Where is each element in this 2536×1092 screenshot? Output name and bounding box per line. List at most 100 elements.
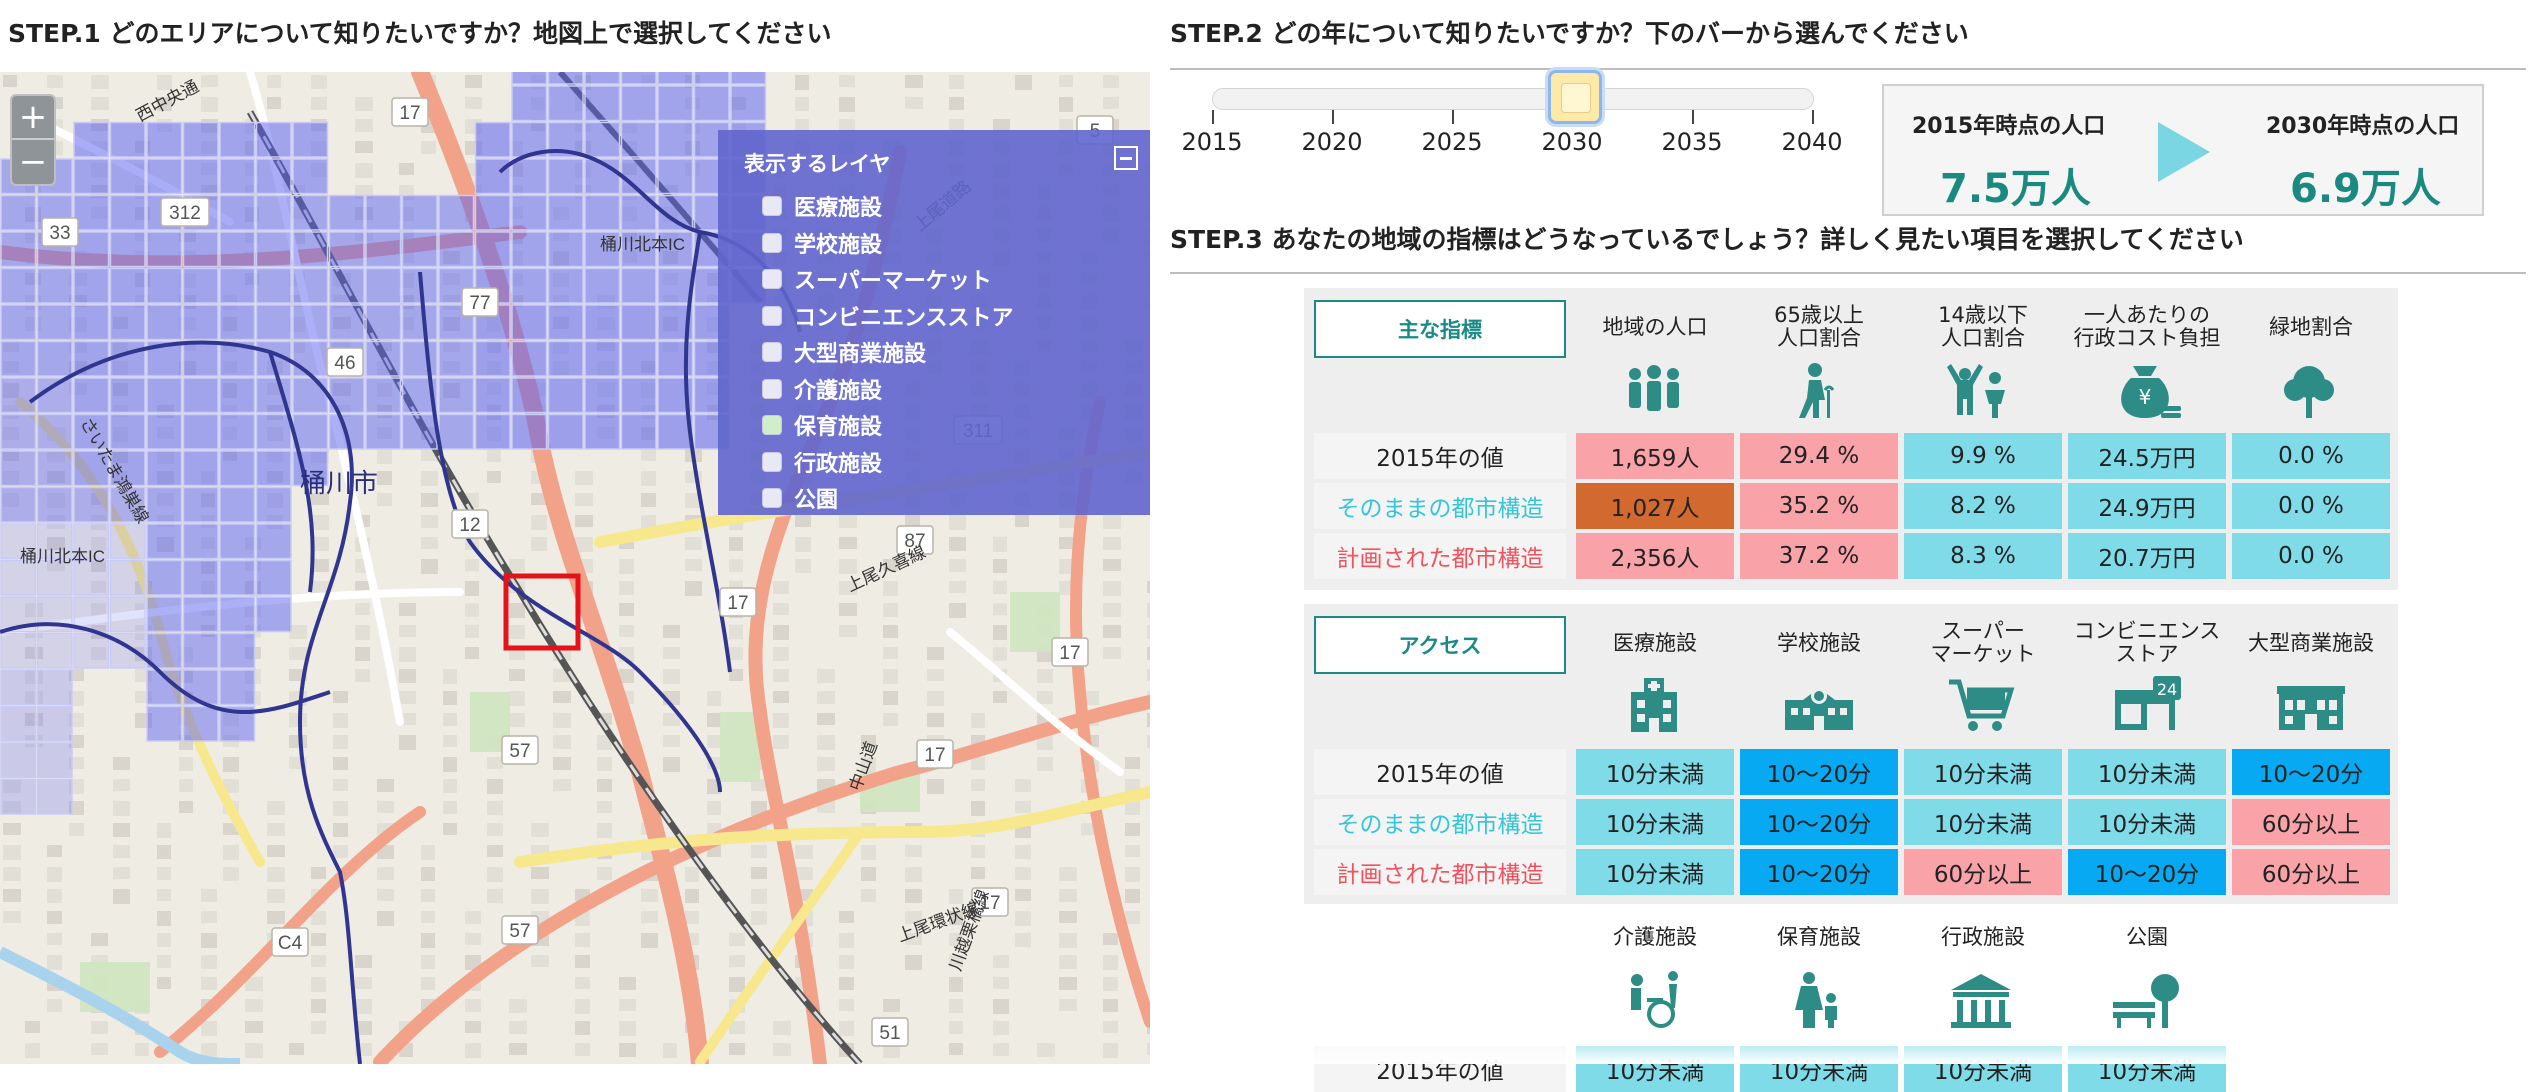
svg-text:12: 12 (459, 515, 480, 536)
area-map[interactable]: 173123346128731117575751171717577C4 西中央通… (0, 72, 1150, 1064)
layer-checkbox[interactable] (762, 378, 782, 399)
indicator-cell[interactable]: 10分未満 (1576, 799, 1734, 845)
indicator-cell[interactable]: 0.0 % (2232, 533, 2390, 579)
indicator-cell[interactable]: 60分以上 (1904, 849, 2062, 895)
svg-text:C4: C4 (278, 933, 303, 954)
layer-checkbox[interactable] (762, 488, 782, 508)
year-tick-label[interactable]: 2020 (1292, 128, 1372, 156)
wheelchair-icon (1576, 966, 1734, 1036)
zoom-out-button[interactable]: − (12, 140, 54, 184)
indicator-cell[interactable]: 24.9万円 (2068, 483, 2226, 529)
indicator-cell[interactable]: 24.5万円 (2068, 433, 2226, 479)
indicator-cell[interactable]: 10分未満 (2068, 799, 2226, 845)
layer-option[interactable]: 医療施設 (762, 190, 882, 222)
layer-checkbox[interactable] (762, 451, 782, 472)
indicator-cell[interactable]: 2,356人 (1576, 533, 1734, 579)
layer-label: 介護施設 (794, 378, 883, 404)
indicator-cell[interactable]: 8.2 % (1904, 483, 2062, 529)
indicator-cell[interactable]: 20.7万円 (2068, 533, 2226, 579)
svg-text:77: 77 (469, 293, 490, 314)
layer-option[interactable]: 学校施設 (762, 227, 882, 259)
year-tick-label[interactable]: 2030 (1532, 128, 1612, 156)
indicator-cell[interactable]: 10〜20分 (1740, 749, 1898, 795)
indicator-cell[interactable]: 10分未満 (1576, 849, 1734, 895)
indicator-cell[interactable]: 8.3 % (1904, 533, 2062, 579)
layer-label: 大型商業施設 (794, 342, 927, 367)
layer-label: 保育施設 (794, 415, 883, 440)
indicator-cell[interactable]: 10〜20分 (1740, 849, 1898, 895)
layer-checkbox[interactable] (762, 305, 782, 326)
main-indicators-category[interactable]: 主な指標 (1314, 300, 1566, 358)
layer-checkbox[interactable] (762, 196, 782, 216)
indicator-cell[interactable]: 37.2 % (1740, 533, 1898, 579)
column-header[interactable]: コンビニエンス ストア (2068, 620, 2226, 666)
year-tick (1332, 110, 1334, 124)
year-tick (1212, 110, 1214, 124)
column-header[interactable]: 大型商業施設 (2232, 632, 2390, 655)
column-header[interactable]: 65歳以上 人口割合 (1740, 304, 1898, 350)
indicator-cell[interactable]: 10分未満 (1904, 799, 2062, 845)
layer-checkbox[interactable] (762, 232, 782, 253)
indicator-cell[interactable]: 0.0 % (2232, 483, 2390, 529)
year-slider-track[interactable] (1212, 88, 1814, 110)
step3-title: STEP.3 あなたの地域の指標はどうなっているでしょう？詳しく見たい項目を選択… (1170, 225, 2244, 254)
indicator-cell[interactable]: 29.4 % (1740, 433, 1898, 479)
layer-label: 医療施設 (794, 196, 883, 221)
layer-option[interactable]: 保育施設 (762, 409, 882, 441)
layer-label: スーパーマーケット (794, 269, 992, 294)
indicator-cell[interactable]: 10〜20分 (2232, 749, 2390, 795)
column-header[interactable]: 14歳以下 人口割合 (1904, 304, 2062, 350)
layer-option[interactable]: スーパーマーケット (762, 263, 992, 295)
column-header[interactable]: 保育施設 (1740, 926, 1898, 949)
indicator-cell[interactable]: 60分以上 (2232, 799, 2390, 845)
layer-option[interactable]: コンビニエンスストア (762, 300, 1014, 332)
column-header[interactable]: スーパー マーケット (1904, 620, 2062, 666)
column-header[interactable]: 公園 (2068, 926, 2226, 949)
column-header[interactable]: 地域の人口 (1576, 316, 1734, 339)
collapse-panel-button[interactable] (1114, 146, 1138, 170)
indicator-cell[interactable]: 1,659人 (1576, 433, 1734, 479)
route-shield: 57 (501, 735, 539, 765)
layer-checkbox[interactable] (762, 415, 782, 435)
year-tick-label[interactable]: 2015 (1172, 128, 1252, 156)
column-header-line: 医療施設 (1613, 631, 1697, 655)
column-header[interactable]: 医療施設 (1576, 632, 1734, 655)
access-category[interactable]: アクセス (1314, 616, 1566, 674)
svg-text:57: 57 (509, 741, 530, 762)
layer-checkbox[interactable] (762, 342, 782, 362)
indicator-cell[interactable]: 10分未満 (1576, 749, 1734, 795)
pop-selected-value: 6.9万人 (2290, 166, 2441, 212)
column-header[interactable]: 学校施設 (1740, 632, 1898, 655)
indicator-cell[interactable]: 10分未満 (1904, 749, 2062, 795)
year-tick-label[interactable]: 2035 (1652, 128, 1732, 156)
layer-option[interactable]: 公園 (762, 482, 838, 514)
layer-option[interactable]: 行政施設 (762, 446, 882, 478)
layer-panel: 表示するレイヤ 医療施設 学校施設 スーパーマーケット コンビニエンスストア 大型商業施… (718, 130, 1150, 515)
year-tick-label[interactable]: 2040 (1772, 128, 1852, 156)
indicator-cell[interactable]: 10〜20分 (2068, 849, 2226, 895)
layer-option[interactable]: 介護施設 (762, 373, 882, 405)
indicator-cell[interactable]: 1,027人 (1576, 483, 1734, 529)
route-shield: 17 (391, 97, 429, 127)
layer-checkbox[interactable] (762, 269, 782, 289)
column-header[interactable]: 介護施設 (1576, 926, 1734, 949)
svg-text:51: 51 (879, 1023, 900, 1044)
indicator-cell[interactable]: 35.2 % (1740, 483, 1898, 529)
year-slider-handle[interactable] (1548, 70, 1602, 124)
year-tick-label[interactable]: 2025 (1412, 128, 1492, 156)
indicator-cell[interactable]: 10分未満 (2068, 749, 2226, 795)
column-header[interactable]: 行政施設 (1904, 926, 2062, 949)
svg-text:33: 33 (49, 223, 70, 244)
layer-label: コンビニエンスストア (794, 305, 1014, 331)
column-header[interactable]: 緑地割合 (2232, 316, 2390, 339)
zoom-in-button[interactable]: + (12, 96, 54, 140)
indicator-cell[interactable]: 10〜20分 (1740, 799, 1898, 845)
indicator-cell[interactable]: 0.0 % (2232, 433, 2390, 479)
indicator-cell[interactable]: 60分以上 (2232, 849, 2390, 895)
column-header[interactable]: 一人あたりの 行政コスト負担 (2068, 304, 2226, 350)
scroll-fade (1300, 1030, 2536, 1064)
layer-option[interactable]: 大型商業施設 (762, 336, 926, 368)
year-tick (1452, 110, 1454, 124)
indicator-cell[interactable]: 9.9 % (1904, 433, 2062, 479)
layer-label: 行政施設 (794, 451, 883, 477)
